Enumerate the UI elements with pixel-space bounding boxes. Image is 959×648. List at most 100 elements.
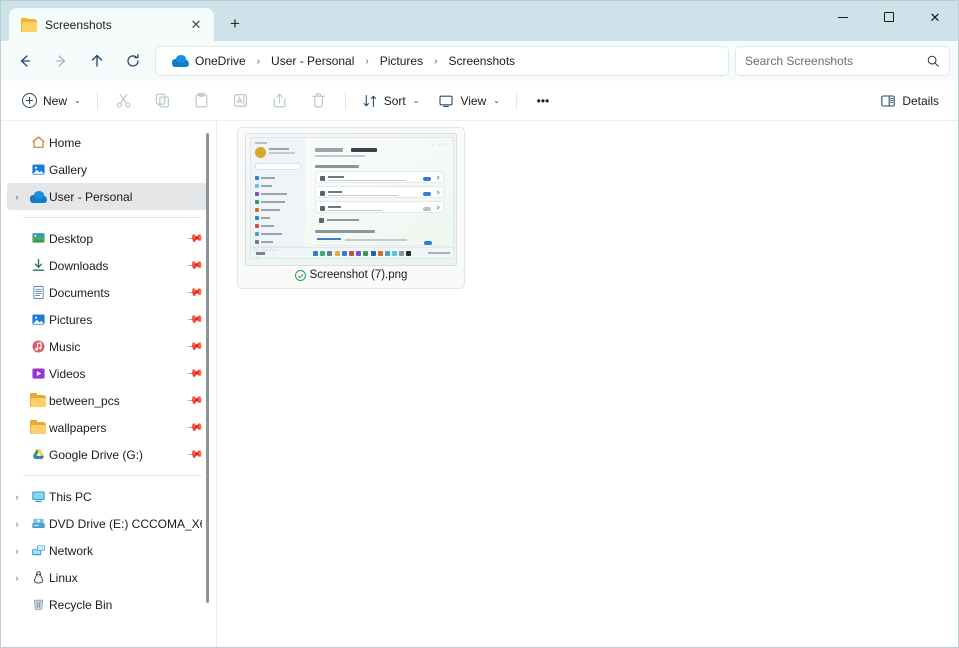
breadcrumb-label: Pictures	[379, 54, 424, 68]
sidebar-item-this-pc[interactable]: › This PC	[7, 483, 208, 510]
breadcrumb-separator: ›	[434, 55, 438, 67]
paste-button[interactable]	[183, 86, 221, 116]
search-icon	[927, 55, 939, 67]
sidebar-item-wallpapers[interactable]: wallpapers 📌	[7, 414, 208, 441]
sidebar-item-label: wallpapers	[49, 420, 107, 435]
breadcrumb-separator: ›	[256, 55, 261, 67]
title-bar: Screenshots ✕ + ✕	[1, 1, 958, 41]
close-tab-icon[interactable]: ✕	[184, 13, 208, 37]
scissors-icon	[116, 93, 131, 108]
chevron-right-icon[interactable]: ›	[7, 573, 27, 583]
onedrive-sync-ok-icon	[294, 269, 306, 281]
tab-strip: Screenshots ✕ +	[1, 1, 250, 41]
onedrive-cloud-icon	[172, 55, 189, 67]
file-name-label: Screenshot (7).png	[309, 269, 408, 281]
new-button[interactable]: New ⌄	[13, 86, 90, 116]
breadcrumb-onedrive[interactable]: OneDrive	[166, 51, 252, 71]
refresh-button[interactable]	[115, 45, 151, 77]
sidebar-item-network[interactable]: › Network	[7, 537, 208, 564]
breadcrumb-label: Screenshots	[448, 54, 516, 68]
sidebar-item-label: Videos	[49, 366, 86, 381]
chevron-right-icon[interactable]: ›	[7, 546, 27, 556]
cut-button[interactable]	[105, 86, 143, 116]
see-more-button[interactable]: •••	[524, 86, 562, 116]
view-button[interactable]: View ⌄	[429, 86, 509, 116]
sidebar-item-label: between_pcs	[49, 393, 120, 408]
chevron-down-icon: ⌄	[412, 96, 420, 105]
pin-icon: 📌	[185, 445, 204, 464]
sidebar-item-label: Network	[49, 543, 94, 558]
new-tab-button[interactable]: +	[220, 9, 250, 39]
sidebar-item-music[interactable]: Music 📌	[7, 333, 208, 360]
maximize-button[interactable]	[866, 1, 912, 33]
breadcrumb-screenshots[interactable]: Screenshots	[442, 51, 521, 71]
breadcrumb-user-personal[interactable]: User - Personal	[265, 51, 360, 71]
downloads-icon	[27, 258, 49, 273]
tab-label: Screenshots	[45, 17, 112, 32]
sidebar-item-between-pcs[interactable]: between_pcs 📌	[7, 387, 208, 414]
trash-icon	[312, 93, 326, 108]
pin-icon: 📌	[185, 391, 204, 410]
details-label: Details	[902, 93, 939, 108]
sidebar-item-desktop[interactable]: Desktop 📌	[7, 225, 208, 252]
view-button-label: View	[460, 93, 487, 108]
sidebar-item-downloads[interactable]: Downloads 📌	[7, 252, 208, 279]
minimize-button[interactable]	[820, 1, 866, 33]
music-icon	[27, 339, 49, 354]
folder-icon	[27, 393, 49, 409]
copy-button[interactable]	[144, 86, 182, 116]
sidebar-item-google-drive[interactable]: Google Drive (G:) 📌	[7, 441, 208, 468]
sidebar-item-label: DVD Drive (E:) CCCOMA_X64FRE_EN	[49, 516, 202, 531]
sort-arrows-icon	[363, 94, 376, 107]
sidebar-item-gallery[interactable]: Gallery	[7, 156, 208, 183]
sidebar-item-documents[interactable]: Documents 📌	[7, 279, 208, 306]
file-item-screenshot-7[interactable]: − □ × › Screenshot (7).png	[237, 127, 465, 289]
paste-icon	[195, 92, 208, 108]
share-button[interactable]	[261, 86, 299, 116]
up-button[interactable]	[79, 45, 115, 77]
folder-icon	[21, 17, 37, 32]
details-pane-button[interactable]: Details	[871, 86, 948, 116]
sidebar-item-videos[interactable]: Videos 📌	[7, 360, 208, 387]
breadcrumb-pictures[interactable]: Pictures	[374, 51, 429, 71]
chevron-right-icon[interactable]: ›	[7, 192, 27, 202]
sidebar-item-home[interactable]: Home	[7, 129, 208, 156]
breadcrumb-label: User - Personal	[271, 54, 355, 68]
sidebar-scrollbar[interactable]	[206, 133, 209, 603]
forward-button[interactable]	[43, 45, 79, 77]
back-button[interactable]	[7, 45, 43, 77]
pin-icon: 📌	[185, 337, 204, 356]
chevron-right-icon[interactable]: ›	[7, 492, 27, 502]
sidebar-item-recycle-bin[interactable]: Recycle Bin	[7, 591, 208, 618]
details-pane-icon	[881, 94, 896, 107]
sidebar-item-dvd-drive[interactable]: › DVD Drive (E:) CCCOMA_X64FRE_EN	[7, 510, 208, 537]
divider	[344, 91, 346, 110]
sidebar-item-label: Downloads	[49, 258, 109, 273]
search-box[interactable]: Search Screenshots	[735, 46, 950, 76]
rename-button[interactable]	[222, 86, 260, 116]
pin-icon: 📌	[185, 310, 204, 329]
file-explorer-window: Screenshots ✕ + ✕ OneDrive › User - Pers…	[0, 0, 959, 648]
pin-icon: 📌	[185, 418, 204, 437]
documents-icon	[27, 285, 49, 300]
navigation-bar: OneDrive › User - Personal › Pictures › …	[1, 41, 958, 81]
sidebar-item-linux[interactable]: › Linux	[7, 564, 208, 591]
address-bar[interactable]: OneDrive › User - Personal › Pictures › …	[155, 46, 729, 76]
delete-button[interactable]	[300, 86, 338, 116]
tab-screenshots[interactable]: Screenshots ✕	[9, 8, 214, 41]
window-controls: ✕	[820, 1, 958, 33]
search-input[interactable]: Search Screenshots	[745, 54, 920, 68]
refresh-icon	[127, 53, 139, 67]
share-icon	[273, 93, 286, 108]
desktop-icon	[27, 231, 49, 246]
close-window-button[interactable]: ✕	[912, 1, 958, 33]
forward-arrow-icon	[55, 55, 66, 67]
copy-icon	[155, 93, 170, 108]
file-list-view[interactable]: − □ × › Screenshot (7).png	[217, 121, 958, 647]
sidebar-item-label: Pictures	[49, 312, 93, 327]
gallery-icon	[27, 162, 49, 177]
sort-button[interactable]: Sort ⌄	[353, 86, 429, 116]
sidebar-item-pictures[interactable]: Pictures 📌	[7, 306, 208, 333]
chevron-right-icon[interactable]: ›	[7, 519, 27, 529]
sidebar-item-user-personal[interactable]: › User - Personal	[7, 183, 208, 210]
